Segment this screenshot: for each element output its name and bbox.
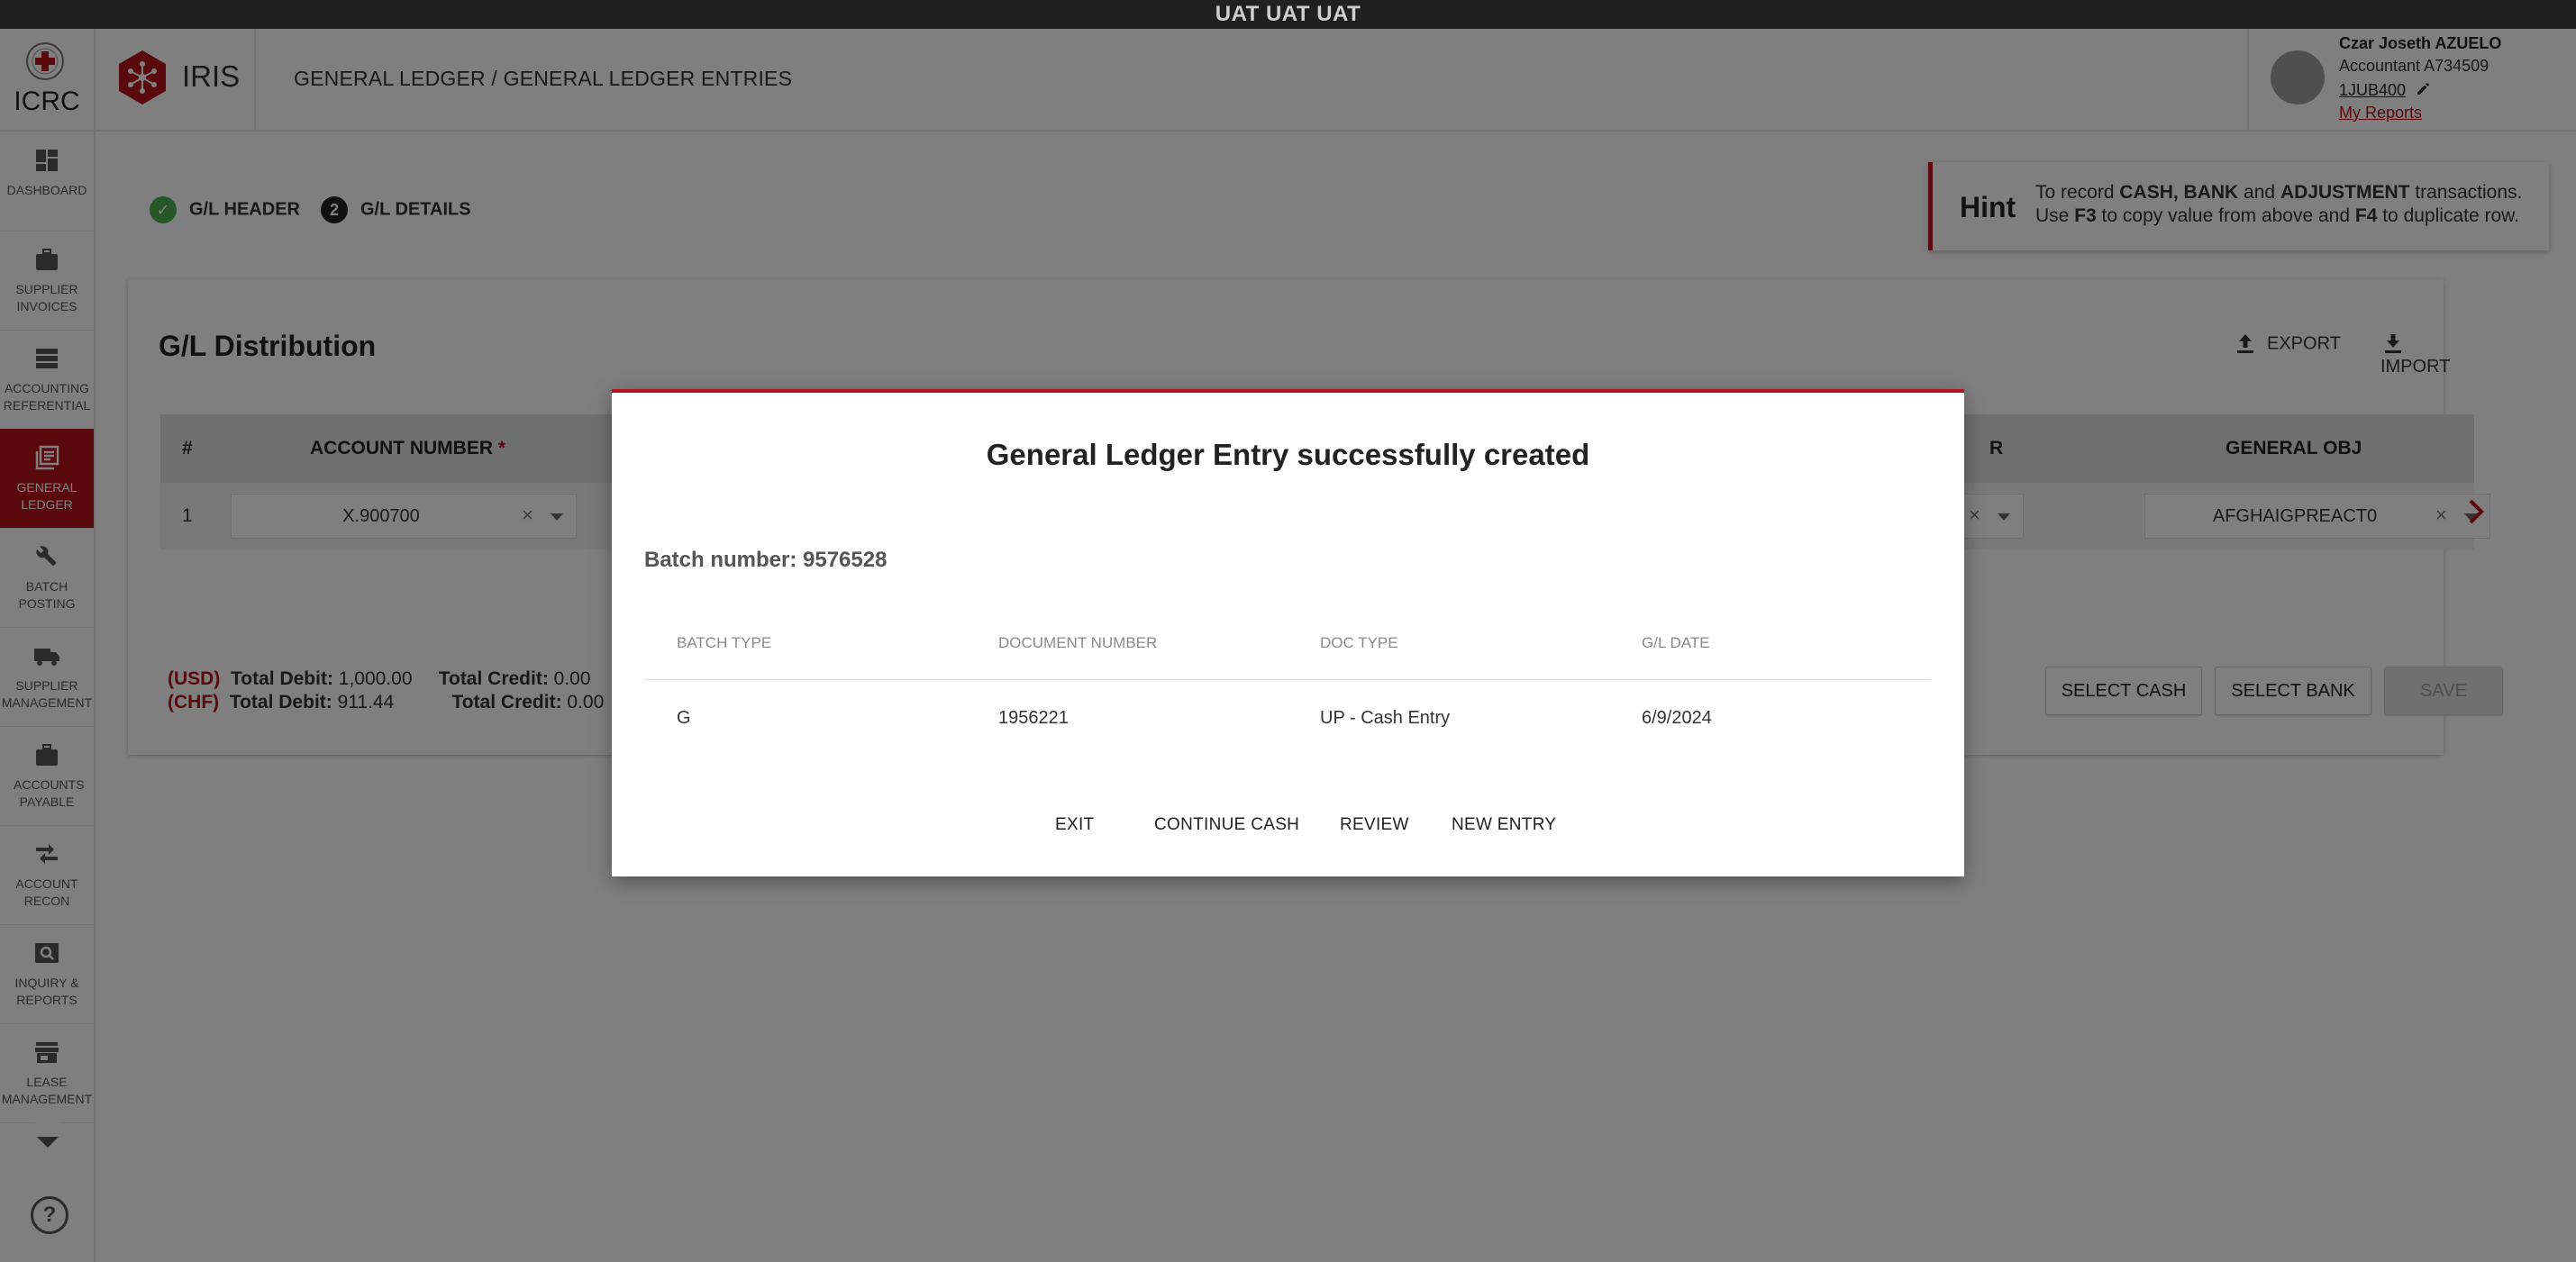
column-header-document-number: DOCUMENT NUMBER	[998, 634, 1158, 651]
column-header-doc-type: DOC TYPE	[1320, 634, 1398, 651]
batch-number: Batch number: 9576528	[644, 548, 887, 572]
environment-banner: UAT UAT UAT	[0, 0, 2576, 29]
new-entry-button[interactable]: NEW ENTRY	[1452, 815, 1556, 835]
doc-type-value: UP - Cash Entry	[1320, 708, 1451, 728]
success-dialog: General Ledger Entry successfully create…	[612, 389, 1964, 876]
gl-date-value: 6/9/2024	[1642, 708, 1712, 728]
column-header-gl-date: G/L DATE	[1642, 634, 1710, 651]
document-number-value: 1956221	[998, 708, 1069, 728]
exit-button[interactable]: EXIT	[1055, 815, 1094, 835]
dialog-title: General Ledger Entry successfully create…	[986, 438, 1590, 471]
divider	[644, 679, 1931, 680]
batch-type-value: G	[677, 708, 691, 728]
continue-cash-button[interactable]: CONTINUE CASH	[1154, 815, 1299, 835]
review-button[interactable]: REVIEW	[1340, 815, 1409, 835]
column-header-batch-type: BATCH TYPE	[677, 634, 772, 651]
